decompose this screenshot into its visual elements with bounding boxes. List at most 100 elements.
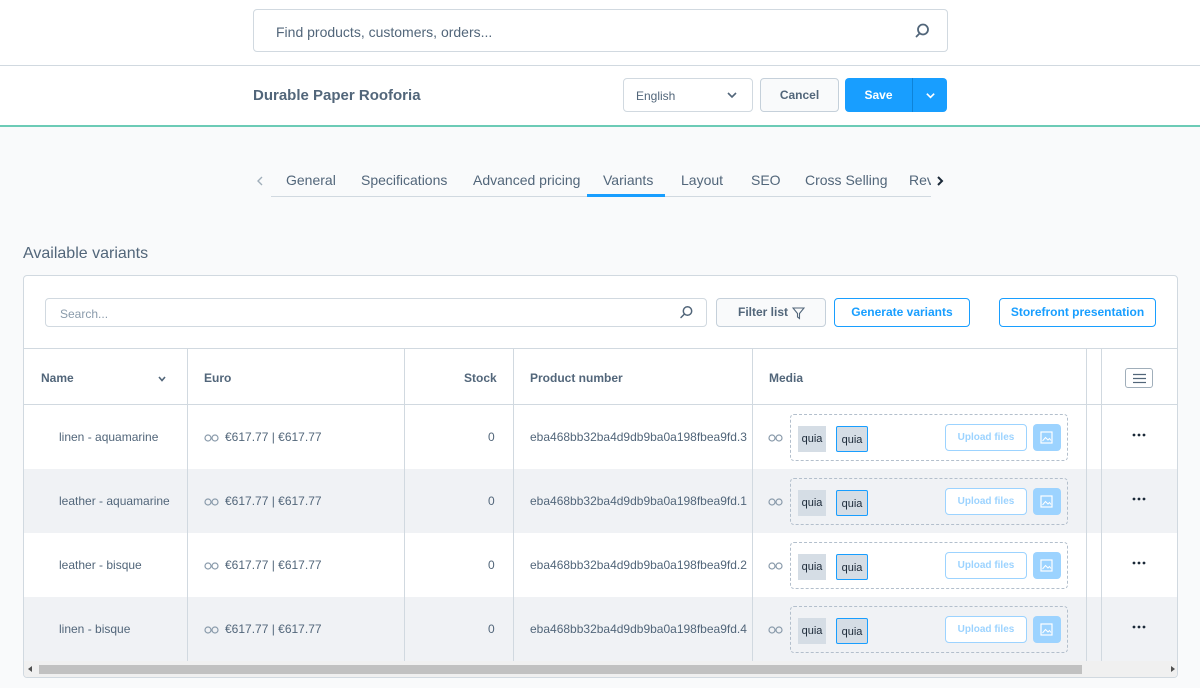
language-select[interactable]: English bbox=[623, 78, 753, 112]
link-icon[interactable] bbox=[204, 625, 219, 635]
more-options-icon[interactable] bbox=[1132, 560, 1146, 566]
table-row[interactable]: linen - aquamarine €617.77 | €617.77 0 e… bbox=[24, 405, 1177, 469]
media-library-button[interactable] bbox=[1033, 616, 1061, 643]
media-thumbnail[interactable]: quia bbox=[798, 490, 826, 516]
horizontal-scrollbar[interactable] bbox=[24, 661, 1177, 677]
media-thumbnail-selected[interactable]: quia bbox=[836, 426, 868, 452]
column-divider bbox=[752, 348, 753, 661]
storefront-presentation-button[interactable]: Storefront presentation bbox=[999, 298, 1156, 327]
tab-seo[interactable]: SEO bbox=[751, 172, 781, 188]
media-library-button[interactable] bbox=[1033, 552, 1061, 579]
media-library-button[interactable] bbox=[1033, 424, 1061, 451]
variant-stock[interactable]: 0 bbox=[488, 494, 495, 508]
filter-list-label: Filter list bbox=[738, 305, 789, 319]
scroll-right-arrow[interactable] bbox=[1171, 666, 1175, 672]
save-options-button[interactable] bbox=[912, 78, 947, 112]
upload-files-button[interactable]: Upload files bbox=[945, 616, 1027, 643]
tab-reviews[interactable]: Rev bbox=[909, 172, 931, 188]
global-search-input[interactable]: Find products, customers, orders... bbox=[253, 9, 948, 52]
cancel-button[interactable]: Cancel bbox=[760, 78, 839, 112]
variant-name[interactable]: linen - aquamarine bbox=[59, 430, 158, 444]
link-icon[interactable] bbox=[768, 561, 783, 571]
link-icon[interactable] bbox=[204, 497, 219, 507]
chevron-down-icon bbox=[727, 92, 737, 99]
variant-product-number[interactable]: eba468bb32ba4d9db9ba0a198fbea9fd.3 bbox=[530, 430, 747, 444]
grid-settings-button[interactable] bbox=[1125, 368, 1153, 388]
variant-product-number[interactable]: eba468bb32ba4d9db9ba0a198fbea9fd.1 bbox=[530, 494, 747, 508]
media-upload-area[interactable]: quia quia Upload files bbox=[790, 542, 1068, 589]
media-thumbnail-selected[interactable]: quia bbox=[836, 554, 868, 580]
media-thumbnail-selected[interactable]: quia bbox=[836, 618, 868, 644]
media-upload-area[interactable]: quia quia Upload files bbox=[790, 414, 1068, 461]
variant-name[interactable]: linen - bisque bbox=[59, 622, 130, 636]
list-icon bbox=[1133, 373, 1146, 384]
link-icon[interactable] bbox=[768, 433, 783, 443]
tab-bar: General Specifications Advanced pricing … bbox=[253, 165, 948, 199]
column-header-name[interactable]: Name bbox=[41, 371, 74, 385]
link-icon[interactable] bbox=[204, 433, 219, 443]
link-icon[interactable] bbox=[768, 497, 783, 507]
variant-name[interactable]: leather - aquamarine bbox=[59, 494, 170, 508]
more-options-icon[interactable] bbox=[1132, 496, 1146, 502]
tab-general[interactable]: General bbox=[286, 172, 336, 188]
variant-price[interactable]: €617.77 | €617.77 bbox=[225, 558, 322, 572]
variant-stock[interactable]: 0 bbox=[488, 622, 495, 636]
media-upload-area[interactable]: quia quia Upload files bbox=[790, 606, 1068, 653]
table-row[interactable]: linen - bisque €617.77 | €617.77 0 eba46… bbox=[24, 597, 1177, 661]
active-tab-indicator bbox=[587, 194, 665, 197]
save-button[interactable]: Save bbox=[845, 78, 912, 112]
media-library-button[interactable] bbox=[1033, 488, 1061, 515]
filter-list-button[interactable]: Filter list bbox=[716, 298, 826, 327]
table-row[interactable]: leather - bisque €617.77 | €617.77 0 eba… bbox=[24, 533, 1177, 597]
image-icon bbox=[1040, 623, 1053, 636]
column-divider bbox=[1086, 348, 1087, 661]
column-divider bbox=[404, 348, 405, 661]
chevron-down-icon bbox=[926, 93, 935, 99]
variant-stock[interactable]: 0 bbox=[488, 430, 495, 444]
column-header-media[interactable]: Media bbox=[769, 371, 803, 385]
variant-name[interactable]: leather - bisque bbox=[59, 558, 142, 572]
upload-files-button[interactable]: Upload files bbox=[945, 552, 1027, 579]
search-icon[interactable] bbox=[915, 22, 933, 40]
media-thumbnail[interactable]: quia bbox=[798, 618, 826, 644]
variant-price[interactable]: €617.77 | €617.77 bbox=[225, 430, 322, 444]
variant-price[interactable]: €617.77 | €617.77 bbox=[225, 494, 322, 508]
tab-variants[interactable]: Variants bbox=[603, 172, 653, 188]
column-header-product-number[interactable]: Product number bbox=[530, 371, 623, 385]
tab-specifications[interactable]: Specifications bbox=[361, 172, 447, 188]
column-header-stock[interactable]: Stock bbox=[464, 371, 497, 385]
more-options-icon[interactable] bbox=[1132, 624, 1146, 630]
media-thumbnail-selected[interactable]: quia bbox=[836, 490, 868, 516]
scrollbar-thumb[interactable] bbox=[39, 665, 1082, 674]
variant-product-number[interactable]: eba468bb32ba4d9db9ba0a198fbea9fd.4 bbox=[530, 622, 747, 636]
upload-files-button[interactable]: Upload files bbox=[945, 424, 1027, 451]
media-thumbnail[interactable]: quia bbox=[798, 426, 826, 452]
scroll-left-arrow[interactable] bbox=[28, 666, 32, 672]
sort-chevron-icon[interactable] bbox=[157, 374, 167, 384]
tab-list: General Specifications Advanced pricing … bbox=[271, 165, 931, 199]
search-icon[interactable] bbox=[679, 305, 694, 320]
variant-product-number[interactable]: eba468bb32ba4d9db9ba0a198fbea9fd.2 bbox=[530, 558, 747, 572]
variant-price[interactable]: €617.77 | €617.77 bbox=[225, 622, 322, 636]
column-header-euro[interactable]: Euro bbox=[204, 371, 231, 385]
media-thumbnail[interactable]: quia bbox=[798, 554, 826, 580]
image-icon bbox=[1040, 495, 1053, 508]
table-row[interactable]: leather - aquamarine €617.77 | €617.77 0… bbox=[24, 469, 1177, 533]
media-upload-area[interactable]: quia quia Upload files bbox=[790, 478, 1068, 525]
section-title: Available variants bbox=[23, 245, 149, 262]
image-icon bbox=[1040, 559, 1053, 572]
variant-stock[interactable]: 0 bbox=[488, 558, 495, 572]
chevron-left-icon[interactable] bbox=[253, 174, 267, 188]
variant-search-input[interactable]: Search... bbox=[45, 298, 707, 327]
upload-files-button[interactable]: Upload files bbox=[945, 488, 1027, 515]
link-icon[interactable] bbox=[204, 561, 219, 571]
tab-cross-selling[interactable]: Cross Selling bbox=[805, 172, 887, 188]
tab-advanced-pricing[interactable]: Advanced pricing bbox=[473, 172, 580, 188]
link-icon[interactable] bbox=[768, 625, 783, 635]
column-divider bbox=[513, 348, 514, 661]
chevron-right-icon[interactable] bbox=[933, 174, 947, 188]
product-header: Durable Paper Rooforia English Cancel Sa… bbox=[0, 66, 1200, 127]
more-options-icon[interactable] bbox=[1132, 432, 1146, 438]
generate-variants-button[interactable]: Generate variants bbox=[834, 298, 970, 327]
tab-layout[interactable]: Layout bbox=[681, 172, 723, 188]
